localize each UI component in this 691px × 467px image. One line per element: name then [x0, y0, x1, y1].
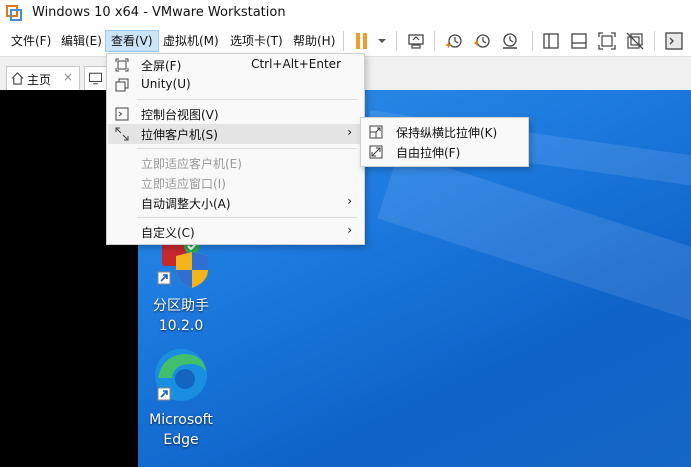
menu-edit[interactable]: 编辑(E) — [56, 30, 107, 52]
wallpaper-light-ray — [377, 151, 691, 349]
snapshot-manager-icon[interactable] — [500, 31, 520, 51]
menu-item-label: 立即适应客户机(E) — [141, 157, 242, 171]
dropdown-arrow-icon[interactable] — [372, 31, 392, 51]
edge-browser-icon — [155, 349, 207, 401]
stretch-guest-submenu: 保持纵横比拉伸(K) 自由拉伸(F) — [360, 117, 529, 167]
menu-item-stretch-guest[interactable]: 拉伸客户机(S) › — [108, 124, 363, 144]
desktop-icon-label: 10.2.0 — [158, 318, 204, 334]
menu-item-free-stretch[interactable]: 自由拉伸(F) — [362, 142, 527, 162]
desktop-icon-label: 分区助手 — [153, 298, 209, 314]
vmware-app-icon — [6, 5, 22, 21]
stretch-icon — [115, 127, 129, 141]
thumbnail-icon[interactable] — [569, 31, 589, 51]
menu-item-label: 自定义(C) — [141, 226, 195, 240]
console-view-icon[interactable] — [664, 31, 684, 51]
menu-item-label: 自由拉伸(F) — [396, 146, 461, 160]
toolbar-separator — [434, 31, 435, 51]
fullscreen-icon[interactable] — [597, 31, 617, 51]
menu-item-label: 立即适应窗口(I) — [141, 177, 226, 191]
menu-separator — [137, 217, 357, 218]
unity-icon — [115, 78, 129, 92]
window-title: Windows 10 x64 - VMware Workstation — [32, 5, 286, 20]
revert-snapshot-icon[interactable] — [472, 31, 492, 51]
menu-item-console-view[interactable]: 控制台视图(V) — [108, 104, 363, 124]
desktop-icon-partition-assistant[interactable]: 分区助手 10.2.0 — [146, 238, 216, 336]
console-view-icon — [115, 107, 129, 121]
tab-vm[interactable] — [84, 66, 108, 91]
menu-help[interactable]: 帮助(H) — [288, 30, 340, 52]
toolbar-separator — [343, 31, 344, 51]
desktop-icon-label: Microsoft — [149, 412, 213, 428]
desktop-icon-edge[interactable]: Microsoft Edge — [146, 346, 216, 450]
snapshot-icon[interactable] — [444, 31, 464, 51]
menu-item-label: 全屏(F) — [141, 59, 182, 73]
menu-item-unity[interactable]: Unity(U) — [108, 75, 363, 95]
menu-item-keep-aspect-stretch[interactable]: 保持纵横比拉伸(K) — [362, 122, 527, 142]
menu-item-fit-guest-now: 立即适应客户机(E) — [108, 153, 363, 173]
menu-vm[interactable]: 虚拟机(M) — [158, 30, 224, 52]
menu-item-fit-window-now: 立即适应窗口(I) — [108, 173, 363, 193]
close-icon[interactable]: × — [63, 70, 73, 84]
toolbar-separator — [654, 31, 655, 51]
title-bar: Windows 10 x64 - VMware Workstation — [0, 0, 691, 26]
desktop-icon-label: Edge — [163, 432, 199, 448]
tab-home-label: 主页 — [27, 73, 52, 87]
submenu-arrow-icon: › — [347, 125, 352, 139]
library-icon[interactable] — [541, 31, 561, 51]
menu-item-fullscreen[interactable]: 全屏(F) Ctrl+Alt+Enter — [108, 55, 363, 75]
menu-separator — [137, 99, 357, 100]
partition-assistant-icon — [157, 238, 208, 288]
menu-item-label: Unity(U) — [141, 77, 191, 91]
keep-aspect-stretch-icon — [369, 125, 383, 139]
menu-item-label: 保持纵横比拉伸(K) — [396, 126, 498, 140]
menu-bar: 文件(F) 编辑(E) 查看(V) 虚拟机(M) 选项卡(T) 帮助(H) — [0, 26, 691, 56]
free-stretch-icon — [369, 145, 383, 159]
home-icon — [11, 72, 24, 85]
submenu-arrow-icon: › — [347, 194, 352, 208]
unity-icon[interactable] — [625, 31, 645, 51]
menu-view[interactable]: 查看(V) — [105, 30, 159, 52]
menu-item-autosize[interactable]: 自动调整大小(A) › — [108, 193, 363, 213]
monitor-icon — [88, 72, 103, 85]
menu-item-label: 自动调整大小(A) — [141, 197, 231, 211]
menu-item-label: 控制台视图(V) — [141, 108, 219, 122]
send-ctrl-alt-del-icon[interactable] — [406, 31, 426, 51]
toolbar-separator — [396, 31, 397, 51]
tab-home[interactable]: 主页 × — [6, 66, 80, 91]
menu-item-label: 拉伸客户机(S) — [141, 128, 218, 142]
pause-icon[interactable] — [352, 31, 372, 51]
toolbar-separator — [532, 31, 533, 51]
menu-file[interactable]: 文件(F) — [6, 30, 56, 52]
fullscreen-icon — [115, 58, 129, 72]
menu-item-shortcut: Ctrl+Alt+Enter — [251, 57, 341, 71]
menu-separator — [137, 148, 357, 149]
menu-tabs[interactable]: 选项卡(T) — [225, 30, 288, 52]
view-menu-dropdown: 全屏(F) Ctrl+Alt+Enter Unity(U) 控制台视图(V) 拉… — [106, 53, 365, 245]
menu-item-customize[interactable]: 自定义(C) › — [108, 222, 363, 242]
submenu-arrow-icon: › — [347, 223, 352, 237]
